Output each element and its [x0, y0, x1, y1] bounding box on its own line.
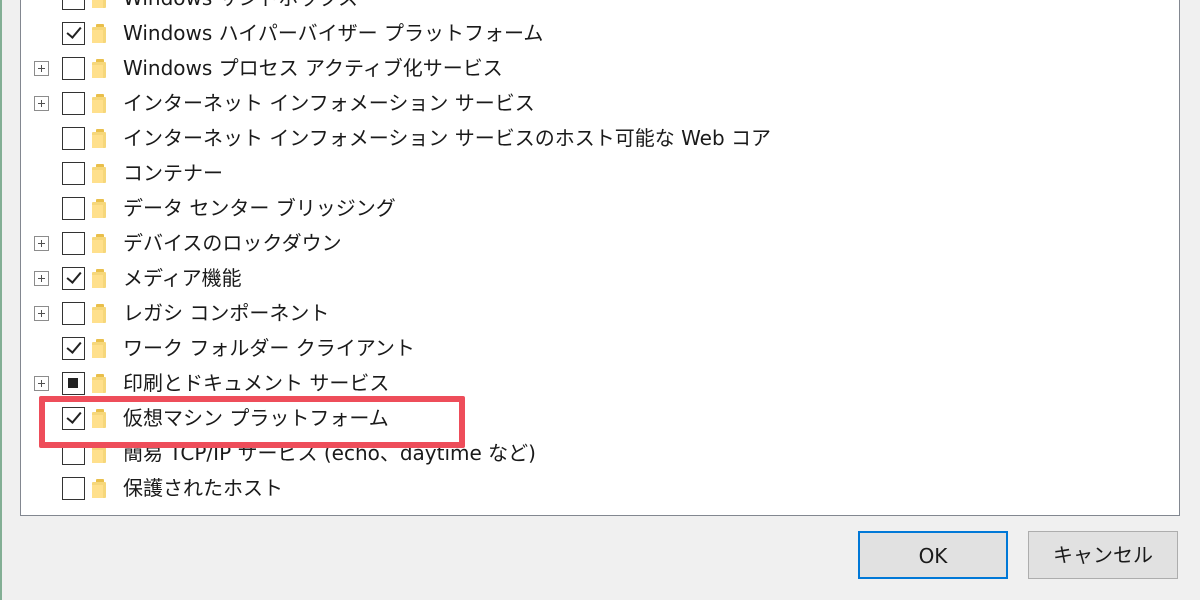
- feature-checkbox[interactable]: [62, 232, 85, 255]
- feature-checkbox[interactable]: [62, 267, 85, 290]
- feature-label: 保護されたホスト: [123, 476, 283, 500]
- feature-label: ワーク フォルダー クライアント: [123, 336, 415, 360]
- feature-row[interactable]: インターネット インフォメーション サービスのホスト可能な Web コア: [21, 121, 1179, 156]
- folder-icon: [90, 59, 108, 78]
- feature-checkbox[interactable]: [62, 92, 85, 115]
- feature-row[interactable]: データ センター ブリッジング: [21, 191, 1179, 226]
- folder-icon: [90, 94, 108, 113]
- feature-label: Windows ハイパーバイザー プラットフォーム: [123, 21, 544, 45]
- feature-row[interactable]: インターネット インフォメーション サービス: [21, 86, 1179, 121]
- cancel-button[interactable]: キャンセル: [1028, 531, 1178, 579]
- feature-row[interactable]: Windows ハイパーバイザー プラットフォーム: [21, 16, 1179, 51]
- feature-checkbox[interactable]: [62, 162, 85, 185]
- feature-row[interactable]: ワーク フォルダー クライアント: [21, 331, 1179, 366]
- feature-label: レガシ コンポーネント: [123, 301, 330, 325]
- folder-icon: [90, 199, 108, 218]
- feature-label: Windows プロセス アクティブ化サービス: [123, 56, 503, 80]
- plus-box-icon[interactable]: [34, 236, 49, 251]
- feature-label: メディア機能: [123, 266, 242, 290]
- feature-row[interactable]: コンテナー: [21, 156, 1179, 191]
- feature-row[interactable]: Windows プロセス アクティブ化サービス: [21, 51, 1179, 86]
- feature-checkbox[interactable]: [62, 57, 85, 80]
- plus-box-icon[interactable]: [34, 376, 49, 391]
- folder-icon: [90, 234, 108, 253]
- feature-label: Windows サンドボックス: [123, 0, 358, 11]
- folder-icon: [90, 479, 108, 498]
- folder-icon: [90, 0, 108, 8]
- feature-checkbox[interactable]: [62, 372, 85, 395]
- feature-row[interactable]: メディア機能: [21, 261, 1179, 296]
- feature-label: デバイスのロックダウン: [123, 231, 342, 255]
- feature-row[interactable]: デバイスのロックダウン: [21, 226, 1179, 261]
- feature-label: 印刷とドキュメント サービス: [123, 371, 390, 395]
- folder-icon: [90, 339, 108, 358]
- folder-icon: [90, 374, 108, 393]
- feature-checkbox[interactable]: [62, 127, 85, 150]
- feature-label: コンテナー: [123, 161, 223, 185]
- feature-checkbox[interactable]: [62, 22, 85, 45]
- feature-label: インターネット インフォメーション サービスのホスト可能な Web コア: [123, 126, 772, 150]
- background-window-edge: [0, 0, 2, 600]
- folder-icon: [90, 269, 108, 288]
- feature-label: インターネット インフォメーション サービス: [123, 91, 535, 115]
- folder-icon: [90, 164, 108, 183]
- feature-label: データ センター ブリッジング: [123, 196, 396, 220]
- feature-row[interactable]: 保護されたホスト: [21, 471, 1179, 506]
- folder-icon: [90, 129, 108, 148]
- plus-box-icon[interactable]: [34, 306, 49, 321]
- feature-checkbox[interactable]: [62, 302, 85, 325]
- window-left-edge: [0, 0, 6, 600]
- annotation-highlight-box: [39, 396, 465, 448]
- feature-row[interactable]: Windows サンドボックス: [21, 0, 1179, 16]
- plus-box-icon[interactable]: [34, 271, 49, 286]
- ok-button[interactable]: OK: [858, 531, 1008, 579]
- feature-checkbox[interactable]: [62, 197, 85, 220]
- feature-checkbox[interactable]: [62, 477, 85, 500]
- feature-checkbox[interactable]: [62, 0, 85, 10]
- feature-checkbox[interactable]: [62, 337, 85, 360]
- plus-box-icon[interactable]: [34, 96, 49, 111]
- feature-row[interactable]: レガシ コンポーネント: [21, 296, 1179, 331]
- folder-icon: [90, 24, 108, 43]
- plus-box-icon[interactable]: [34, 61, 49, 76]
- folder-icon: [90, 304, 108, 323]
